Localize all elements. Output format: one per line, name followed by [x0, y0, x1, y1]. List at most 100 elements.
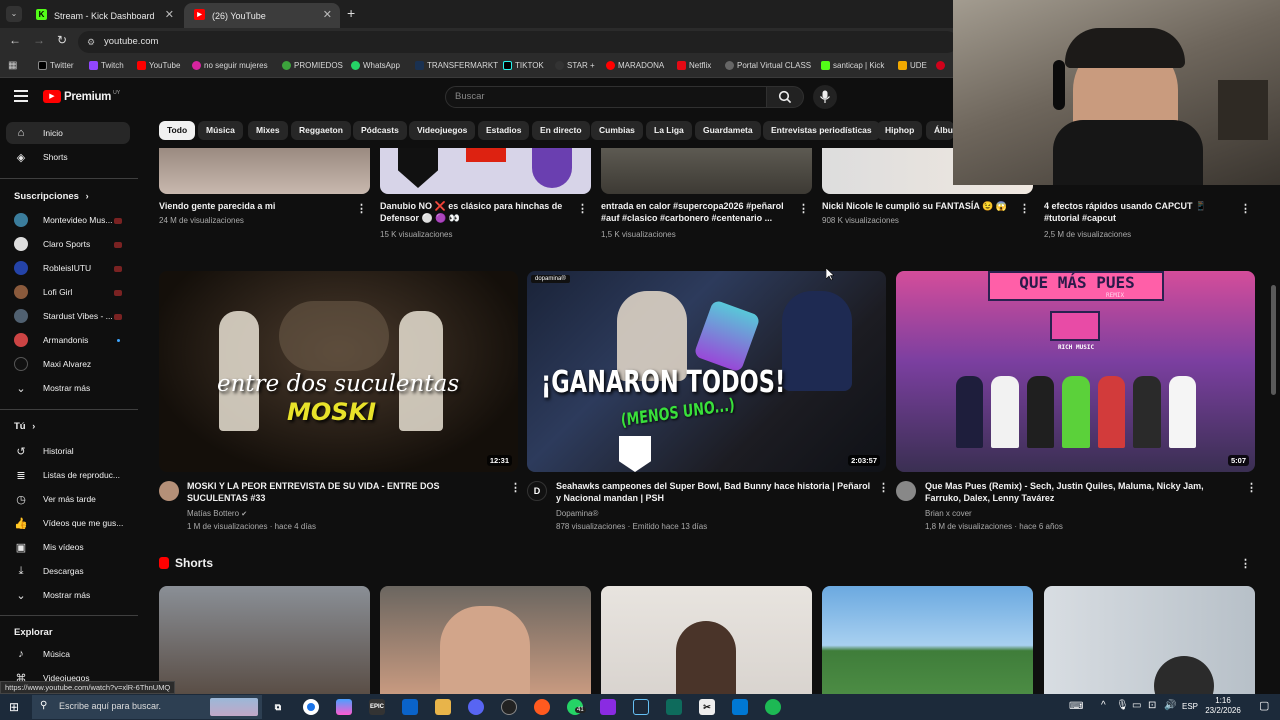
close-tab-icon[interactable]: ✕ [165, 8, 174, 21]
sidebar-item-musica[interactable]: ♪ Música [14, 647, 70, 661]
video-title[interactable]: Nicki Nicole le cumplió su FANTASÍA 😉 😱 [822, 200, 1012, 212]
chip-album[interactable]: Álbum [926, 121, 954, 140]
battery-icon[interactable]: ▭ [1132, 700, 1141, 711]
chip-todo[interactable]: Todo [159, 121, 196, 140]
sidebar-item-listas[interactable]: ≣ Listas de reproduc... [14, 468, 120, 482]
tab-youtube[interactable]: ▶ (26) YouTube ✕ [184, 3, 340, 28]
chip-hiphop[interactable]: Hiphop [877, 121, 923, 140]
bookmark-more[interactable] [936, 61, 945, 70]
video-thumbnail[interactable]: dopamina® ¡GANARON TODOS! (MENOS UNO...)… [527, 271, 886, 472]
bookmark-instagram[interactable]: no seguir mujeres [192, 61, 268, 70]
video-thumbnail[interactable]: entre dos suculentas MOSKI 12:31 [159, 271, 518, 472]
you-heading[interactable]: Tú › [14, 421, 35, 432]
microphone-tray-icon[interactable]: 🎙 [1116, 700, 1129, 711]
short-thumbnail[interactable] [380, 586, 591, 694]
sidebar-sub-maxi[interactable]: Maxi Alvarez [14, 357, 91, 371]
menu-icon[interactable] [14, 90, 28, 102]
new-tab-icon[interactable]: + [347, 5, 355, 21]
short-thumbnail[interactable] [1044, 586, 1255, 694]
sidebar-sub-montevideo[interactable]: Montevideo Mus... [14, 213, 112, 227]
sidebar-sub-lofi[interactable]: Lofi Girl [14, 285, 72, 299]
close-tab-icon[interactable]: ✕ [323, 8, 332, 21]
tab-kick-dashboard[interactable]: K Stream - Kick Dashboard ✕ [26, 3, 182, 28]
channel-avatar[interactable] [896, 481, 916, 501]
sidebar-item-inicio[interactable]: ⌂ Inicio [14, 126, 63, 140]
sidebar-item-mis-videos[interactable]: ▣ Mis vídeos [14, 540, 84, 554]
store-icon[interactable] [402, 699, 418, 715]
tray-expand-icon[interactable]: ^ [1101, 700, 1106, 711]
chip-la-liga[interactable]: La Liga [646, 121, 692, 140]
defender-icon[interactable] [732, 699, 748, 715]
epic-games-icon[interactable]: EPIC [369, 699, 385, 715]
sidebar-sub-robleis[interactable]: RobleisIUTU [14, 261, 91, 275]
chip-podcasts[interactable]: Pódcasts [353, 121, 407, 140]
sidebar-item-shorts[interactable]: ◈ Shorts [14, 150, 68, 164]
channel-avatar[interactable]: D [527, 481, 547, 501]
more-options-icon[interactable]: ⋮ [878, 481, 889, 494]
bookmark-portal-class[interactable]: Portal Virtual CLASS [725, 61, 811, 70]
more-options-icon[interactable]: ⋮ [1240, 557, 1251, 570]
bookmark-transfermarkt[interactable]: TRANSFERMARKT [415, 61, 498, 70]
back-icon[interactable]: ← [9, 33, 21, 47]
tab-search-button[interactable]: ⌄ [6, 6, 22, 22]
chip-reggaeton[interactable]: Reggaeton [291, 121, 351, 140]
bookmark-whatsapp[interactable]: WhatsApp [351, 61, 400, 70]
app-icon[interactable] [534, 699, 550, 715]
discord-icon[interactable] [468, 699, 484, 715]
bookmark-tiktok[interactable]: TIKTOK [503, 61, 544, 70]
reload-icon[interactable]: ↻ [57, 33, 67, 47]
channel-name[interactable]: Brian x cover [925, 507, 972, 520]
volume-icon[interactable]: 🔊 [1164, 700, 1176, 711]
sidebar-item-liked[interactable]: 👍 Vídeos que me gus... [14, 516, 123, 530]
bookmark-ude[interactable]: UDE [898, 61, 927, 70]
more-options-icon[interactable]: ⋮ [1019, 202, 1030, 215]
video-thumbnail[interactable] [159, 148, 370, 194]
more-options-icon[interactable]: ⋮ [1240, 202, 1251, 215]
chip-musica[interactable]: Música [198, 121, 243, 140]
sidebar-sub-stardust[interactable]: Stardust Vibes - ... [14, 309, 113, 323]
video-thumbnail[interactable] [601, 148, 812, 194]
site-info-icon[interactable]: ⚙ [87, 31, 95, 53]
sidebar-show-more-subs[interactable]: ⌄ Mostrar más [14, 381, 90, 395]
sidebar-item-descargas[interactable]: ⤓ Descargas [14, 564, 84, 578]
network-icon[interactable]: ⊡ [1148, 700, 1156, 711]
video-title[interactable]: Que Mas Pues (Remix) - Sech, Justin Quil… [925, 480, 1230, 504]
more-options-icon[interactable]: ⋮ [798, 202, 809, 215]
voice-search-button[interactable] [813, 85, 837, 109]
obs-icon[interactable] [501, 699, 517, 715]
channel-name[interactable]: Matías Bottero ✔ [187, 507, 247, 521]
video-title[interactable]: Seahawks campeones del Super Bowl, Bad B… [556, 480, 871, 504]
bookmark-star[interactable]: STAR + [555, 61, 595, 70]
app-icon[interactable] [600, 699, 616, 715]
app-icon[interactable] [666, 699, 682, 715]
short-thumbnail[interactable] [822, 586, 1033, 694]
video-thumbnail[interactable] [380, 148, 591, 194]
bookmark-promiedos[interactable]: PROMIEDOS [282, 61, 343, 70]
chip-en-directo[interactable]: En directo [532, 121, 590, 140]
more-options-icon[interactable]: ⋮ [510, 481, 521, 494]
video-thumbnail[interactable]: QUE MÁS PUES REMIX RICH MUSIC 5:07 [896, 271, 1255, 472]
language-indicator[interactable]: ESP [1182, 702, 1198, 711]
video-title[interactable]: Viendo gente parecida a mi [159, 200, 349, 212]
scrollbar-thumb[interactable] [1271, 285, 1276, 395]
copilot-icon[interactable] [336, 699, 352, 715]
address-bar[interactable]: ⚙ youtube.com [78, 31, 958, 53]
windows-start-icon[interactable]: ⊞ [9, 700, 19, 714]
more-options-icon[interactable]: ⋮ [1246, 481, 1257, 494]
search-input[interactable]: Buscar [445, 86, 767, 108]
spotify-icon[interactable] [765, 699, 781, 715]
bookmark-twitter[interactable]: Twitter [38, 61, 74, 70]
taskbar-search-box[interactable]: ⚲ Escribe aquí para buscar. [32, 695, 262, 719]
chip-videojuegos[interactable]: Videojuegos [409, 121, 476, 140]
bookmark-maradona[interactable]: MARADONA [606, 61, 664, 70]
sidebar-item-historial[interactable]: ↺ Historial [14, 444, 73, 458]
bookmark-twitch[interactable]: Twitch [89, 61, 124, 70]
sidebar-sub-armandonis[interactable]: Armandonis [14, 333, 88, 347]
video-title[interactable]: 4 efectos rápidos usando CAPCUT 📱 #tutor… [1044, 200, 1234, 224]
more-options-icon[interactable]: ⋮ [577, 202, 588, 215]
task-view-icon[interactable]: ⧉ [270, 699, 286, 715]
sidebar-item-ver-mas-tarde[interactable]: ◷ Ver más tarde [14, 492, 96, 506]
chip-entrevistas[interactable]: Entrevistas periodísticas [763, 121, 880, 140]
capcut-icon[interactable]: ✂ [699, 699, 715, 715]
chip-mixes[interactable]: Mixes [248, 121, 288, 140]
